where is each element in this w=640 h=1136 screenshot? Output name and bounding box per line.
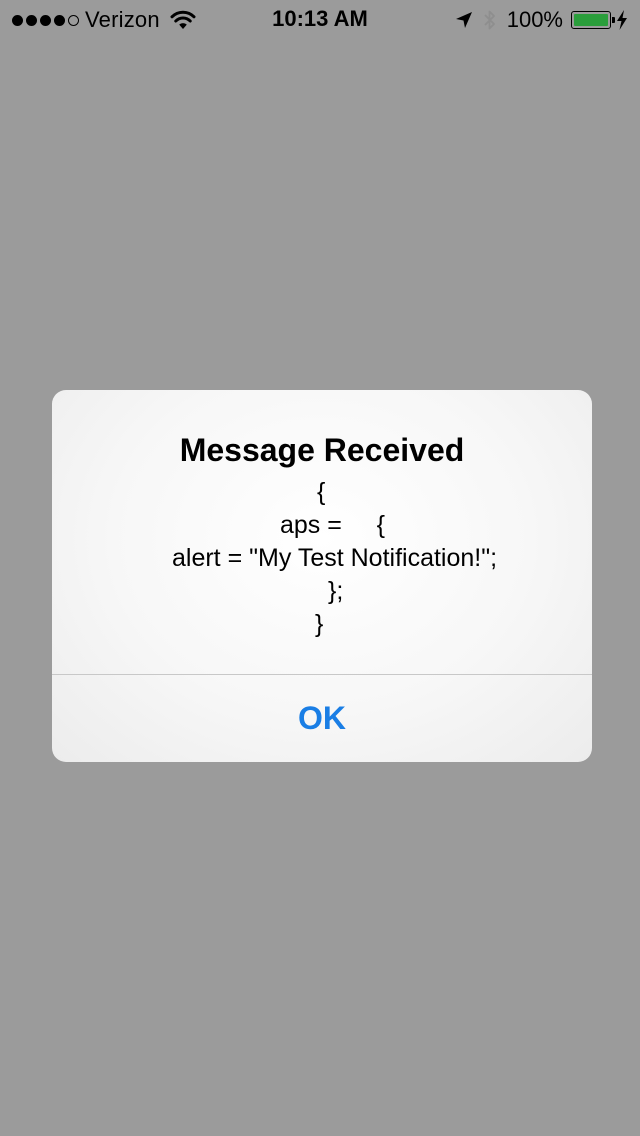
battery-icon xyxy=(571,11,615,29)
location-arrow-icon xyxy=(455,12,472,28)
bluetooth-icon xyxy=(484,10,495,30)
alert-title: Message Received xyxy=(179,432,465,468)
charging-bolt-icon xyxy=(617,10,627,30)
ok-button[interactable]: OK xyxy=(52,675,592,762)
screen-dimmed-background: Verizon 10:13 AM 100% Message Received {… xyxy=(0,0,640,1136)
alert-message-line: } xyxy=(315,610,324,638)
status-bar: Verizon 10:13 AM 100% xyxy=(0,0,640,40)
battery-percentage: 100% xyxy=(506,7,563,32)
alert-message: { aps = { alert = "My Test Notification!… xyxy=(52,476,592,641)
battery-level-fill xyxy=(574,14,608,26)
alert-message-line: aps = { xyxy=(280,511,385,539)
alert-dialog: Message Received { aps = { alert = "My T… xyxy=(52,390,592,762)
alert-message-line: alert = "My Test Notification!"; xyxy=(172,544,498,572)
status-right: 100% xyxy=(455,7,628,33)
alert-message-line: }; xyxy=(328,577,344,605)
alert-message-line: { xyxy=(317,478,326,506)
battery-nub xyxy=(612,17,615,23)
